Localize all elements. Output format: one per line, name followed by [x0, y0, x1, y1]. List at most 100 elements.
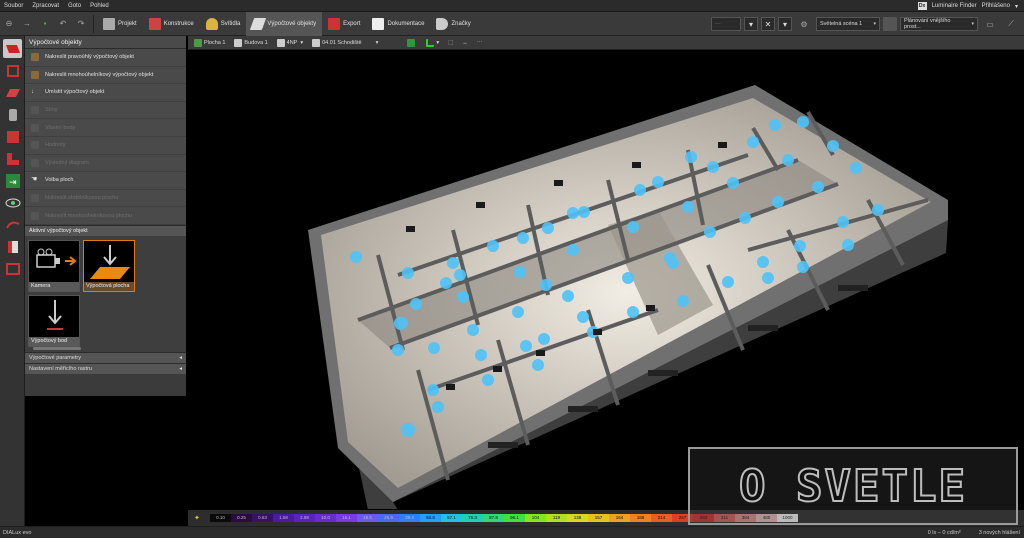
watermark-logo: O SVETLE	[688, 447, 1018, 525]
site-icon	[194, 38, 202, 47]
scale-settings-icon[interactable]: ✦	[194, 514, 200, 522]
chevron-down-icon[interactable]: ▾	[1015, 3, 1018, 10]
chevron-down-icon: ▾	[436, 39, 440, 46]
scale-step: 57.1	[441, 514, 462, 522]
scale-step: 87.8	[483, 514, 504, 522]
tab-construction[interactable]: Konstrukce	[143, 12, 200, 36]
measure-icon[interactable]: ⟋	[1004, 17, 1018, 31]
cube-tool-icon[interactable]	[3, 61, 22, 80]
dropdown-button[interactable]: ▾	[744, 17, 758, 31]
draw-poly-calc-object[interactable]: Nakreslit mnohoúhelníkový výpočtový obje…	[25, 67, 186, 85]
undo-icon[interactable]: ↶	[56, 17, 70, 31]
login-status[interactable]: Přihlášeno	[982, 3, 1010, 9]
scale-step: 157	[588, 514, 609, 522]
breadcrumb-site[interactable]: Plocha 1	[191, 37, 228, 48]
chevron-right-icon: ◂	[179, 365, 182, 372]
menu-goto[interactable]: Goto	[68, 3, 81, 9]
l-shape-tool-icon[interactable]	[3, 149, 22, 168]
room-tool-icon[interactable]	[3, 83, 22, 102]
separator	[93, 14, 94, 33]
floor-icon	[276, 38, 285, 47]
scale-step: 50.8	[420, 514, 441, 522]
back-icon[interactable]: ⊖	[2, 17, 16, 31]
menu-file[interactable]: Soubor	[4, 3, 23, 9]
item-label: Hodnoty	[45, 142, 66, 149]
tile-camera[interactable]: Kamera	[28, 239, 80, 292]
view-3d-button[interactable]	[404, 37, 420, 48]
scale-step: 0.10	[210, 514, 231, 522]
breadcrumb-room[interactable]: 04.01 Schodiště ▾	[309, 37, 381, 48]
custom-points-item: Vlastní body	[25, 119, 186, 137]
snap-button[interactable]: ⋯	[474, 37, 486, 48]
rect-draw-icon	[31, 53, 39, 62]
scene-color-button[interactable]	[883, 17, 897, 31]
draw-rect-calc-object[interactable]: Nakreslit pravoúhlý výpočtový objekt	[25, 49, 186, 67]
curve-tool-icon[interactable]	[3, 215, 22, 234]
status-bar: DIALux evo 0 lx – 0 cd/m² 3 nových hláše…	[0, 526, 1024, 538]
chip-label: 4NP	[286, 39, 298, 46]
document-tool-icon[interactable]	[3, 237, 22, 256]
tab-tags[interactable]: Značky	[430, 12, 476, 36]
left-icon-strip: ⇥	[0, 36, 25, 526]
scale-step: 138	[567, 514, 588, 522]
light-scene-select[interactable]: Světelná scéna 1 ▾	[816, 17, 880, 31]
gear-icon[interactable]: ⚙	[797, 17, 811, 31]
select-icon: ⬚	[448, 39, 454, 46]
item-label: Nakreslit mnohoúhelníkový výpočtový obje…	[45, 71, 154, 78]
export-icon	[328, 17, 341, 30]
scale-step: 119	[546, 514, 567, 522]
dropdown-button-2[interactable]: ▾	[778, 17, 792, 31]
camera-icon	[36, 248, 77, 268]
exit-sign-icon[interactable]: ⇥	[3, 171, 22, 190]
scale-step: 10.0	[315, 514, 336, 522]
calc-params-section[interactable]: Výpočtové parametry ◂	[25, 351, 186, 363]
tab-calculation-objects[interactable]: Výpočtové objekty	[246, 11, 323, 36]
breadcrumb-floor[interactable]: 4NP ▾	[274, 37, 306, 48]
raster-settings-section[interactable]: Nastavení měřicího rastru ◂	[25, 362, 186, 374]
menu-bar: Soubor Zpracovat Goto Pohled Dx Luminair…	[0, 0, 1024, 12]
left-panel: Výpočtové objekty Nakreslit pravoúhlý vý…	[25, 36, 186, 396]
wall-tool-icon[interactable]	[3, 127, 22, 146]
calc-objects-tool-icon[interactable]	[3, 39, 22, 58]
chip-label: 04.01 Schodiště	[322, 39, 362, 46]
3d-viewport[interactable]	[188, 50, 1024, 509]
view-plan-button[interactable]: ▾	[423, 37, 442, 48]
tile-scroll-slider[interactable]	[33, 346, 81, 350]
draw-rect-surface-item: Nakreslit obdélníkovou plochu	[25, 190, 186, 208]
eye-icon[interactable]	[3, 193, 22, 212]
main-toolbar: ⊖ → ▪ ↶ ↷ Projekt Konstrukce Svítidla Vý…	[0, 11, 1024, 36]
scale-step: 0.63	[252, 514, 273, 522]
tool-list: Nakreslit pravoúhlý výpočtový objekt Nak…	[25, 49, 186, 225]
luminaire-finder-link[interactable]: Luminaire Finder	[932, 3, 977, 9]
breadcrumb-building[interactable]: Budova 1	[231, 37, 270, 48]
tile-label: Výpočtová plocha	[84, 281, 134, 291]
messages-link[interactable]: 3 nových hlášení	[979, 530, 1020, 536]
tab-project[interactable]: Projekt	[97, 12, 143, 36]
monitor-icon[interactable]: ▭	[983, 17, 997, 31]
hand-icon: ☚	[31, 176, 38, 184]
planning-value: Plánování vnějšího prost...	[904, 18, 951, 30]
tile-calc-surface[interactable]: Výpočtová plocha	[83, 239, 135, 292]
redo-icon[interactable]: ↷	[74, 17, 88, 31]
menu-process[interactable]: Zpracovat	[32, 3, 59, 9]
surface-selection-item[interactable]: ☚ Volba ploch	[25, 172, 186, 190]
save-icon[interactable]: ▪	[38, 17, 52, 31]
item-label: Nakreslit pravoúhlý výpočtový objekt	[45, 54, 134, 61]
measure-button[interactable]: ↔	[459, 37, 471, 48]
frame-tool-icon[interactable]	[3, 259, 22, 278]
building-icon	[234, 38, 243, 47]
planning-select[interactable]: Plánování vnějšího prost... ▾	[900, 17, 978, 31]
tab-documentation[interactable]: Dokumentace	[366, 12, 430, 36]
tab-label: Projekt	[118, 20, 137, 27]
column-tool-icon[interactable]	[3, 105, 22, 124]
arrow-icon[interactable]: →	[20, 17, 34, 31]
select-mode-button[interactable]: ⬚	[445, 37, 456, 48]
shadows-item: Stíny	[25, 102, 186, 120]
tab-luminaires[interactable]: Svítidla	[200, 12, 247, 36]
tile-calc-point[interactable]: Výpočtový bod	[28, 294, 80, 347]
close-icon[interactable]: ✕	[761, 17, 775, 31]
place-calc-object[interactable]: ↓ Umístit výpočtový objekt	[25, 84, 186, 102]
tab-export[interactable]: Export	[322, 12, 366, 36]
menu-view[interactable]: Pohled	[90, 3, 109, 9]
l-shape-icon	[426, 38, 435, 47]
